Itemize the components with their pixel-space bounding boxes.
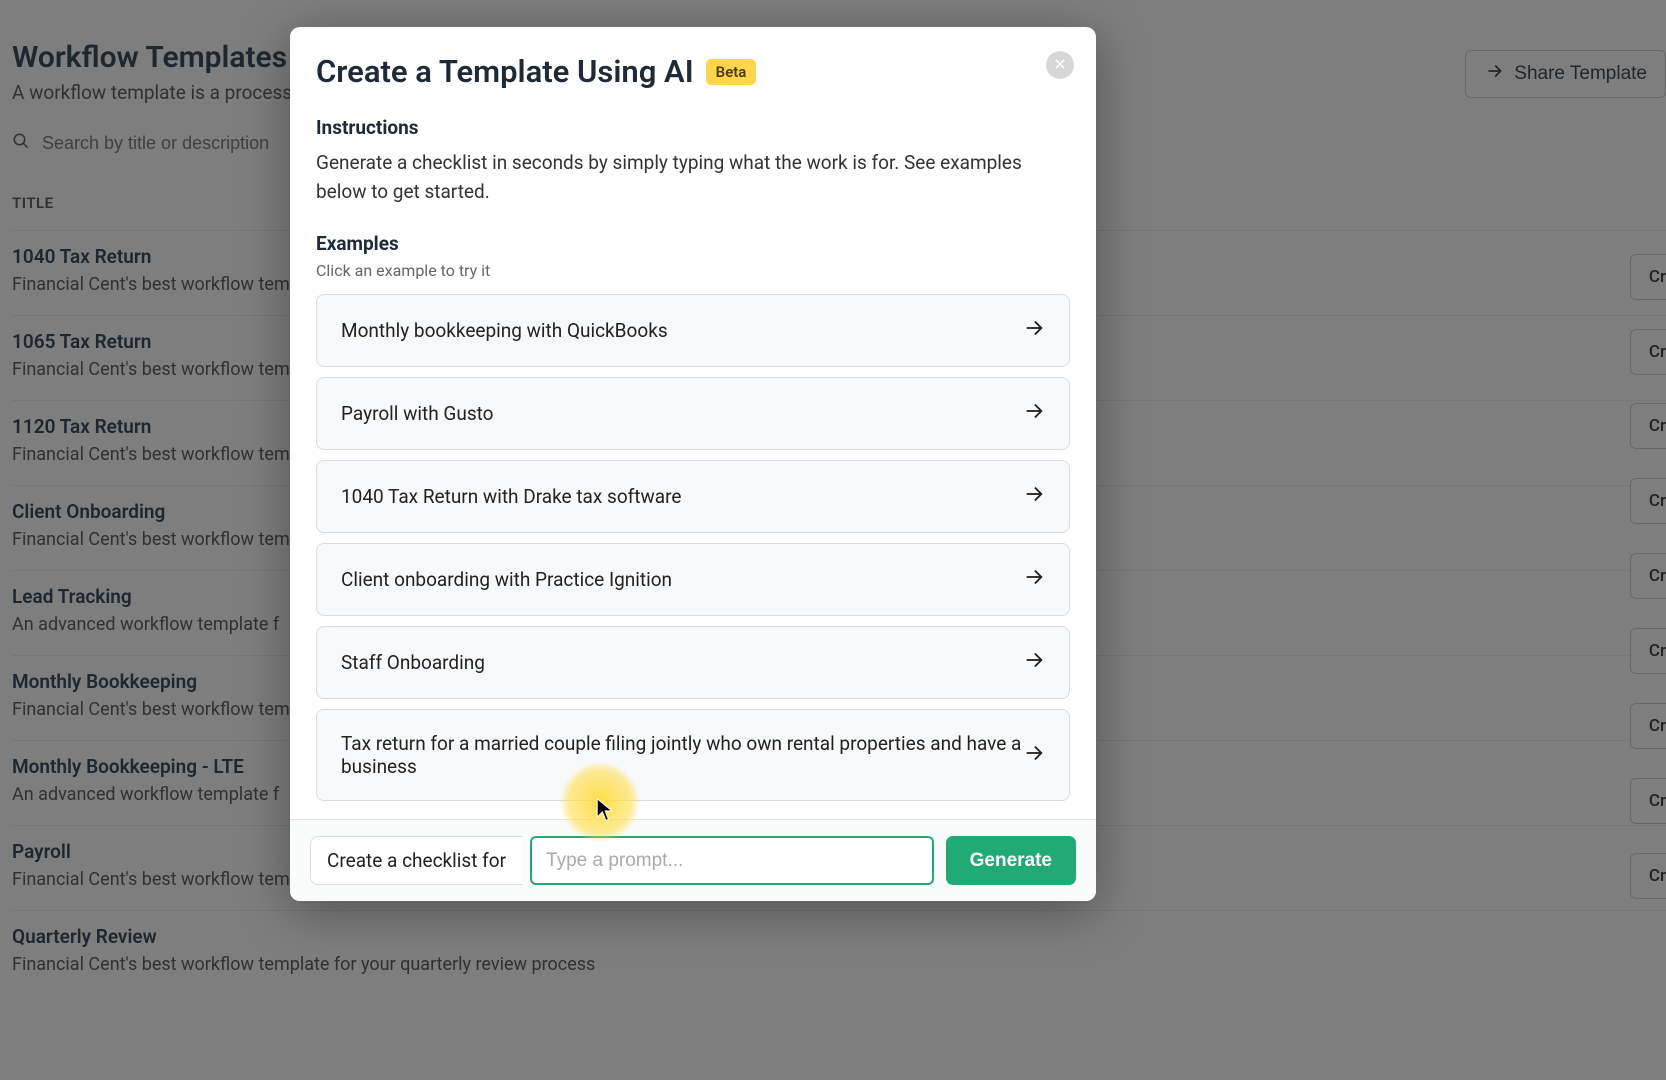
- prompt-prefix: Create a checklist for: [310, 836, 522, 885]
- example-item[interactable]: Tax return for a married couple filing j…: [316, 709, 1070, 801]
- create-template-ai-modal: Create a Template Using AI Beta Instruct…: [290, 27, 1096, 901]
- instructions-heading: Instructions: [316, 116, 1070, 139]
- arrow-right-icon: [1023, 566, 1045, 593]
- example-item[interactable]: Client onboarding with Practice Ignition: [316, 543, 1070, 616]
- examples-heading: Examples: [316, 232, 1070, 255]
- example-item-label: Staff Onboarding: [341, 651, 485, 674]
- examples-sub: Click an example to try it: [316, 261, 1070, 280]
- close-button[interactable]: [1046, 51, 1074, 79]
- arrow-right-icon: [1023, 483, 1045, 510]
- example-item-label: Payroll with Gusto: [341, 402, 494, 425]
- arrow-right-icon: [1023, 649, 1045, 676]
- example-item-label: Tax return for a married couple filing j…: [341, 732, 1023, 778]
- instructions-text: Generate a checklist in seconds by simpl…: [316, 149, 1070, 206]
- arrow-right-icon: [1023, 317, 1045, 344]
- arrow-right-icon: [1023, 400, 1045, 427]
- generate-button[interactable]: Generate: [946, 836, 1076, 885]
- example-item-label: Monthly bookkeeping with QuickBooks: [341, 319, 668, 342]
- examples-list: Monthly bookkeeping with QuickBooks Payro…: [316, 294, 1070, 801]
- beta-badge: Beta: [706, 59, 757, 85]
- example-item-label: 1040 Tax Return with Drake tax software: [341, 485, 681, 508]
- arrow-right-icon: [1023, 742, 1045, 769]
- modal-title: Create a Template Using AI: [316, 53, 694, 90]
- example-item[interactable]: Payroll with Gusto: [316, 377, 1070, 450]
- close-icon: [1053, 56, 1067, 75]
- example-item[interactable]: Monthly bookkeeping with QuickBooks: [316, 294, 1070, 367]
- modal-footer: Create a checklist for Generate: [290, 819, 1096, 901]
- prompt-input[interactable]: [530, 836, 934, 885]
- example-item[interactable]: 1040 Tax Return with Drake tax software: [316, 460, 1070, 533]
- example-item-label: Client onboarding with Practice Ignition: [341, 568, 672, 591]
- example-item[interactable]: Staff Onboarding: [316, 626, 1070, 699]
